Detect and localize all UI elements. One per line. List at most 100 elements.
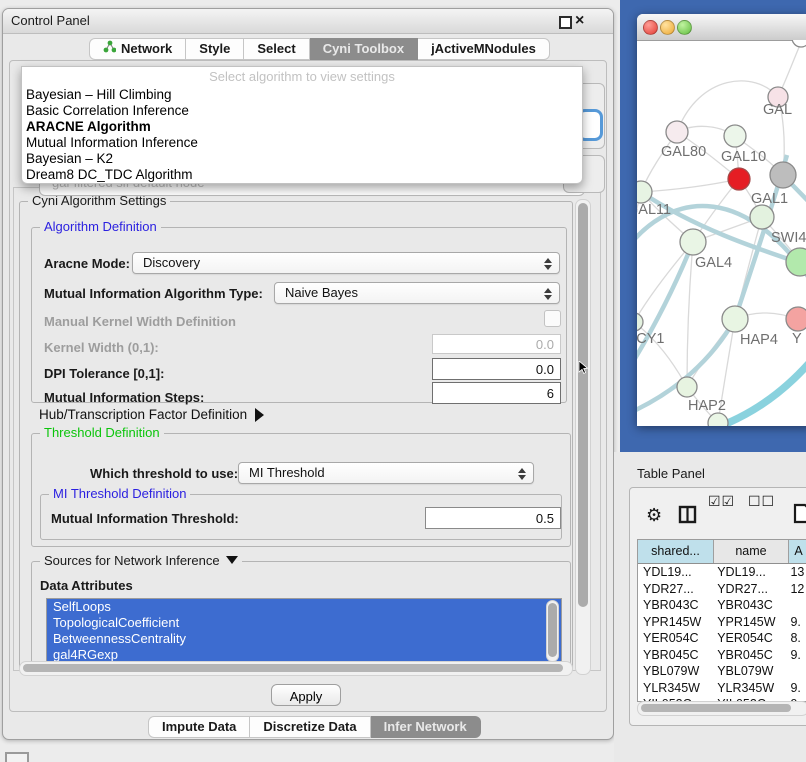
graph-node-mid-node[interactable] — [750, 205, 774, 229]
column-header[interactable]: shared... — [638, 540, 714, 563]
mi-threshold-definition-title: MI Threshold Definition — [49, 486, 190, 502]
graph-edge[interactable] — [687, 242, 693, 387]
document-icon[interactable] — [793, 503, 806, 529]
manual-kernel-width-checkbox[interactable] — [544, 310, 561, 327]
bottom-tab-impute-data[interactable]: Impute Data — [148, 716, 250, 738]
table-row[interactable]: YLR345WYLR345W9. — [638, 680, 806, 697]
tab-jactivemnodules[interactable]: jActiveMNodules — [418, 38, 550, 60]
close-traffic-light-icon[interactable] — [643, 20, 658, 35]
attribute-list-item[interactable]: TopologicalCoefficient — [47, 615, 561, 631]
bottom-tab-infer-network[interactable]: Infer Network — [371, 716, 481, 738]
gear-icon[interactable]: ⚙ — [646, 504, 662, 526]
graph-node-gal1[interactable] — [728, 168, 750, 190]
table-row[interactable]: YPR145WYPR145W9. — [638, 614, 806, 631]
graph-node-hap4[interactable] — [722, 306, 748, 332]
table-cell — [785, 597, 806, 614]
table-row[interactable]: YER054CYER054C8. — [638, 630, 806, 647]
algorithm-option[interactable]: Mutual Information Inference — [22, 135, 582, 151]
algorithm-option[interactable]: Basic Correlation Inference — [22, 103, 582, 119]
close-panel-icon[interactable]: × — [575, 10, 584, 32]
algorithm-option[interactable]: Dream8 DC_TDC Algorithm — [22, 167, 582, 183]
mi-steps-field[interactable] — [432, 382, 561, 404]
screen: Control Panel × Network Style SelectCyni T… — [0, 0, 806, 762]
column-header[interactable]: A — [789, 540, 806, 563]
attributes-list-scrollbar[interactable] — [546, 600, 559, 662]
select-all-checkboxes-icon[interactable]: ☑☑ — [708, 490, 735, 512]
network-canvas[interactable]: GALGAL80GAL10GAL1GAL11SWI4GAL4GCY1HAP4YH… — [637, 40, 806, 426]
combo-spinner-icon — [544, 287, 552, 301]
graph-node-hap2[interactable] — [677, 377, 697, 397]
table-panel: Table Panel ⚙ ☑☑ ☐☐ shared...nameA YDL19… — [614, 452, 806, 762]
tab-style[interactable]: Style — [186, 38, 244, 60]
graph-node-pink-right[interactable] — [786, 307, 806, 331]
control-panel-window: Control Panel × Network Style SelectCyni T… — [2, 8, 614, 740]
attributes-scroll-thumb[interactable] — [548, 603, 557, 657]
table-cell: YDL19... — [712, 564, 785, 581]
tab-cyni-toolbox[interactable]: Cyni Toolbox — [310, 38, 418, 60]
mi-algorithm-type-combo[interactable]: Naive Bayes — [274, 282, 560, 304]
graph-node-gal10[interactable] — [724, 125, 746, 147]
graph-node-top-node[interactable] — [792, 40, 806, 47]
graph-edge[interactable] — [641, 179, 739, 192]
graph-node-gal4[interactable] — [680, 229, 706, 255]
table-cell: YER054C — [638, 630, 712, 647]
table-cell: 9. — [785, 647, 806, 664]
table-row[interactable]: YBL079WYBL079W — [638, 663, 806, 680]
settings-vscrollbar[interactable] — [575, 199, 591, 675]
float-panel-icon[interactable] — [559, 16, 572, 29]
algorithm-option[interactable]: ARACNE Algorithm — [22, 119, 582, 135]
tab-network[interactable]: Network — [89, 38, 186, 60]
mi-algorithm-type-label: Mutual Information Algorithm Type: — [44, 286, 263, 301]
table-hscrollbar[interactable] — [637, 701, 806, 716]
hub-definition-toggle[interactable]: Hub/Transcription Factor Definition — [39, 407, 264, 422]
graph-edge[interactable] — [637, 242, 693, 378]
graph-node-label: Y — [792, 331, 802, 347]
table-row[interactable]: YBR043CYBR043C — [638, 597, 806, 614]
graph-edge[interactable] — [637, 242, 693, 322]
algorithm-option[interactable]: Bayesian – K2 — [22, 151, 582, 167]
table-row[interactable]: YDL19...YDL19...13 — [638, 564, 806, 581]
bottom-tab-discretize-data[interactable]: Discretize Data — [250, 716, 370, 738]
table-hscroll-thumb[interactable] — [641, 704, 791, 712]
zoom-traffic-light-icon[interactable] — [677, 20, 692, 35]
control-panel-titlebar: Control Panel × — [3, 9, 613, 34]
aracne-mode-combo[interactable]: Discovery — [132, 252, 560, 274]
node-table: shared...nameA YDL19...YDL19...13YDR27..… — [637, 539, 806, 702]
deselect-all-checkboxes-icon[interactable]: ☐☐ — [748, 490, 775, 512]
tab-select[interactable]: Select — [244, 38, 309, 60]
table-cell: YBR043C — [712, 597, 785, 614]
graph-node-gray-node[interactable] — [770, 162, 796, 188]
tab-label: Style — [199, 39, 230, 59]
aracne-mode-label: Aracne Mode: — [44, 256, 130, 271]
dpi-tolerance-field[interactable] — [432, 358, 561, 380]
table-cell: YBR045C — [638, 647, 712, 664]
table-cell: YDR27... — [638, 581, 712, 598]
column-header[interactable]: name — [714, 540, 789, 563]
settings-hscroll-thumb[interactable] — [23, 664, 563, 672]
data-attributes-list[interactable]: SelfLoopsTopologicalCoefficientBetweenne… — [46, 598, 562, 664]
graph-node-label: SWI4 — [771, 230, 806, 246]
network-window-titlebar — [637, 14, 806, 41]
graph-node-gal80[interactable] — [666, 121, 688, 143]
table-row[interactable]: YBR045CYBR045C9. — [638, 647, 806, 664]
desktop-background: GALGAL80GAL10GAL1GAL11SWI4GAL4GCY1HAP4YH… — [620, 0, 806, 452]
mi-threshold-field[interactable] — [425, 507, 561, 529]
algorithm-option[interactable]: Bayesian – Hill Climbing — [22, 87, 582, 103]
settings-vscroll-thumb[interactable] — [578, 203, 588, 607]
apply-button[interactable]: Apply — [271, 684, 341, 706]
table-row[interactable]: YDR27...YDR27...12 — [638, 581, 806, 598]
minimize-traffic-light-icon[interactable] — [660, 20, 675, 35]
table-cell: YBL079W — [638, 663, 712, 680]
table-cell: 9. — [785, 680, 806, 697]
attribute-list-item[interactable]: BetweennessCentrality — [47, 631, 561, 647]
kernel-width-field[interactable] — [432, 334, 561, 354]
which-threshold-combo[interactable]: MI Threshold — [238, 462, 534, 484]
bottom-left-partial-button[interactable] — [5, 752, 29, 762]
attribute-list-item[interactable]: SelfLoops — [47, 599, 561, 615]
columns-icon[interactable] — [678, 505, 697, 529]
settings-hscrollbar[interactable] — [19, 661, 573, 676]
network-icon — [103, 39, 116, 59]
dropdown-prompt: Select algorithm to view settings — [22, 67, 582, 87]
threshold-definition-group: Threshold Definition Which threshold to … — [31, 433, 571, 547]
tab-bar: Network Style SelectCyni ToolboxjActiveMNo… — [89, 38, 550, 60]
